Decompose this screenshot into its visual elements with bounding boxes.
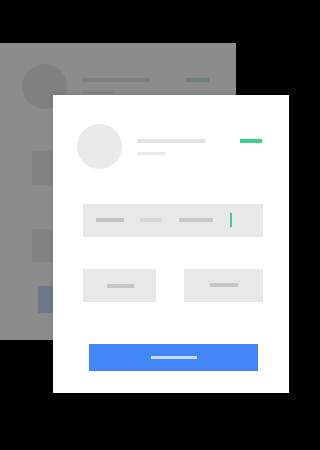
back-subtitle-placeholder	[83, 91, 113, 94]
primary-button[interactable]	[89, 344, 258, 371]
option-button-left[interactable]	[83, 269, 156, 302]
avatar	[77, 124, 122, 169]
front-card	[53, 95, 289, 393]
wireframe-stage	[0, 0, 300, 450]
title-placeholder	[137, 139, 205, 143]
back-primary-button	[38, 286, 54, 313]
option-button-right-label-placeholder	[209, 283, 238, 287]
input-text-placeholder-3	[179, 218, 213, 222]
input-text-placeholder-2	[140, 218, 162, 222]
text-input-field[interactable]	[83, 204, 263, 237]
option-button-right[interactable]	[184, 269, 263, 302]
input-text-placeholder-1	[96, 218, 124, 222]
back-input-placeholder	[32, 151, 54, 185]
text-caret	[230, 213, 232, 227]
status-indicator	[240, 139, 262, 143]
option-button-left-label-placeholder	[106, 284, 134, 288]
subtitle-placeholder	[137, 152, 166, 155]
back-title-placeholder	[83, 78, 150, 82]
primary-button-label-placeholder	[150, 356, 197, 359]
back-option-placeholder	[32, 229, 54, 262]
back-status-indicator	[186, 78, 209, 82]
